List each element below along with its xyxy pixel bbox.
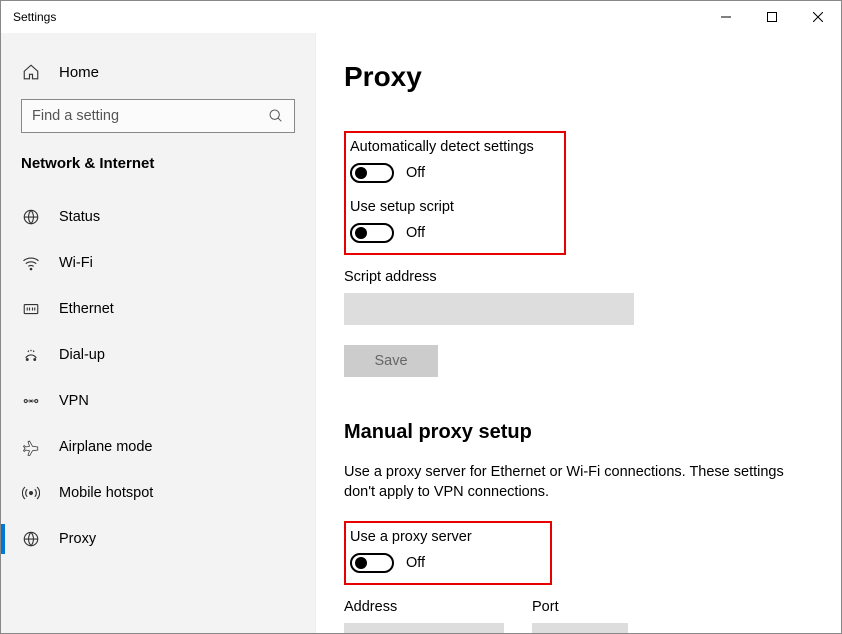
auto-detect-toggle[interactable] [350,163,394,183]
minimize-icon [721,12,731,22]
toggle-knob [355,167,367,179]
search-icon [268,108,284,124]
home-nav[interactable]: Home [1,53,315,91]
sidebar-item-airplane[interactable]: Airplane mode [1,424,315,470]
address-input[interactable] [344,623,504,633]
setup-script-toggle[interactable] [350,223,394,243]
hotspot-icon [21,484,41,502]
sidebar-item-label: Airplane mode [59,439,153,455]
sidebar-item-hotspot[interactable]: Mobile hotspot [1,470,315,516]
main-content: Proxy Automatically detect settings Off … [316,33,841,633]
sidebar-item-wifi[interactable]: Wi-Fi [1,240,315,286]
search-placeholder: Find a setting [32,108,119,124]
sidebar-item-dialup[interactable]: Dial-up [1,332,315,378]
manual-setup-desc: Use a proxy server for Ethernet or Wi-Fi… [344,462,804,503]
sidebar-item-label: Wi-Fi [59,255,93,271]
use-proxy-state: Off [406,555,425,571]
search-input[interactable]: Find a setting [21,99,295,133]
sidebar-item-label: Ethernet [59,301,114,317]
maximize-icon [767,12,777,22]
script-address-label: Script address [344,269,813,285]
category-title: Network & Internet [1,155,315,172]
sidebar-item-ethernet[interactable]: Ethernet [1,286,315,332]
sidebar-item-label: Status [59,209,100,225]
save-button[interactable]: Save [344,345,438,377]
toggle-knob [355,557,367,569]
setup-script-label: Use setup script [350,199,554,215]
sidebar-item-label: Dial-up [59,347,105,363]
proxy-icon [21,530,41,548]
auto-detect-label: Automatically detect settings [350,139,554,155]
nav-list: Status Wi-Fi Ethernet Dial-up [1,194,315,562]
home-icon [21,63,41,81]
script-address-input[interactable] [344,293,634,325]
maximize-button[interactable] [749,1,795,33]
use-proxy-label: Use a proxy server [350,529,540,545]
use-proxy-highlight: Use a proxy server Off [344,521,552,585]
minimize-button[interactable] [703,1,749,33]
vpn-icon [21,392,41,410]
sidebar-item-label: Mobile hotspot [59,485,153,501]
port-input[interactable] [532,623,628,633]
window-controls [703,1,841,33]
use-proxy-toggle[interactable] [350,553,394,573]
sidebar: Home Find a setting Network & Internet S… [1,33,316,633]
auto-detect-state: Off [406,165,425,181]
close-icon [813,12,823,22]
sidebar-item-label: Proxy [59,531,96,547]
manual-setup-title: Manual proxy setup [344,421,813,444]
wifi-icon [21,254,41,272]
close-button[interactable] [795,1,841,33]
address-label: Address [344,599,504,615]
port-label: Port [532,599,628,615]
sidebar-item-status[interactable]: Status [1,194,315,240]
window-title: Settings [1,10,56,24]
auto-setup-highlight: Automatically detect settings Off Use se… [344,131,566,255]
sidebar-item-proxy[interactable]: Proxy [1,516,315,562]
setup-script-state: Off [406,225,425,241]
page-title: Proxy [344,61,813,93]
dialup-icon [21,346,41,364]
save-button-label: Save [374,353,407,369]
status-icon [21,208,41,226]
home-label: Home [59,64,99,81]
sidebar-item-vpn[interactable]: VPN [1,378,315,424]
airplane-icon [21,438,41,456]
ethernet-icon [21,300,41,318]
titlebar: Settings [1,1,841,33]
toggle-knob [355,227,367,239]
sidebar-item-label: VPN [59,393,89,409]
